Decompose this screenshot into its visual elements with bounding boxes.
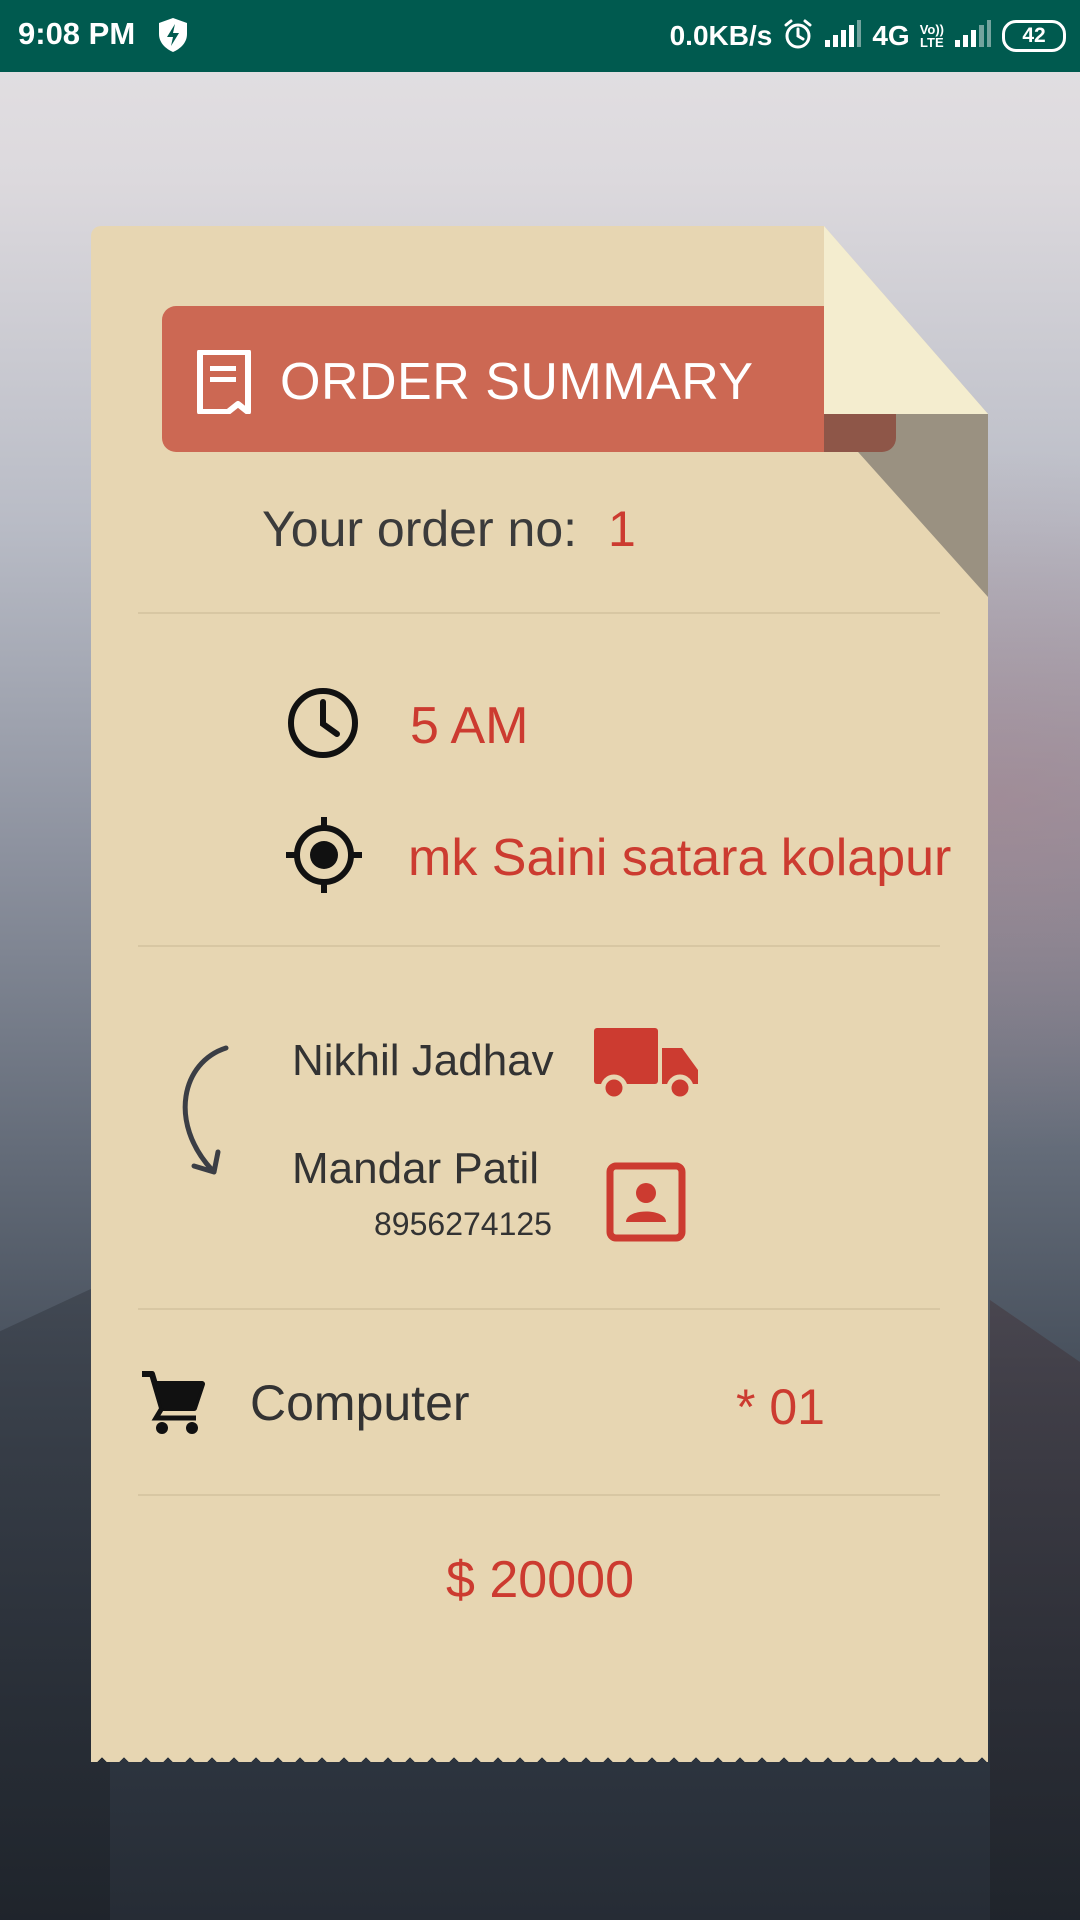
contact-card-icon[interactable] [606,1162,686,1247]
shield-bolt-icon [157,17,189,58]
order-number-label: Your order no: [262,501,578,557]
order-summary-title: ORDER SUMMARY [280,353,754,411]
network-type: 4G [872,20,910,51]
volte-line2: LTE [920,35,944,50]
divider [138,1308,940,1310]
sender-name: Nikhil Jadhav [292,1036,554,1085]
recipient-phone[interactable]: 8956274125 [374,1206,552,1243]
signal-icon [824,19,862,53]
recipient-name: Mandar Patil [292,1144,540,1193]
status-bar: 9:08 PM 0.0KB/s 4G Vo)) LTE 42 [0,0,1080,72]
order-number-value: 1 [608,501,636,557]
receipt-icon [196,349,252,419]
signal-icon-2 [954,19,992,53]
status-time: 9:08 PM [18,16,136,51]
divider [138,1494,940,1496]
receipt-card [91,226,988,1756]
location-target-icon [284,815,364,900]
delivery-time: 5 AM [410,697,529,755]
divider [138,612,940,614]
volte-indicator: Vo)) LTE [920,23,944,49]
delivery-address: mk Saini satara kolapur [408,829,952,887]
network-speed: 0.0KB/s [669,20,773,51]
curved-arrow-icon [172,1042,242,1187]
truck-icon [594,1026,700,1107]
receipt-torn-edge [91,1740,988,1762]
cart-icon [140,1370,206,1441]
clock-icon [287,686,359,765]
divider [138,945,940,947]
header-banner-shadow [824,414,896,452]
background-bridge-right [990,1300,1080,1920]
item-name: Computer [250,1375,470,1431]
battery-icon: 42 [1002,20,1066,52]
alarm-icon [782,18,814,55]
order-total: $ 20000 [446,1551,634,1609]
item-quantity: * 01 [736,1379,825,1435]
